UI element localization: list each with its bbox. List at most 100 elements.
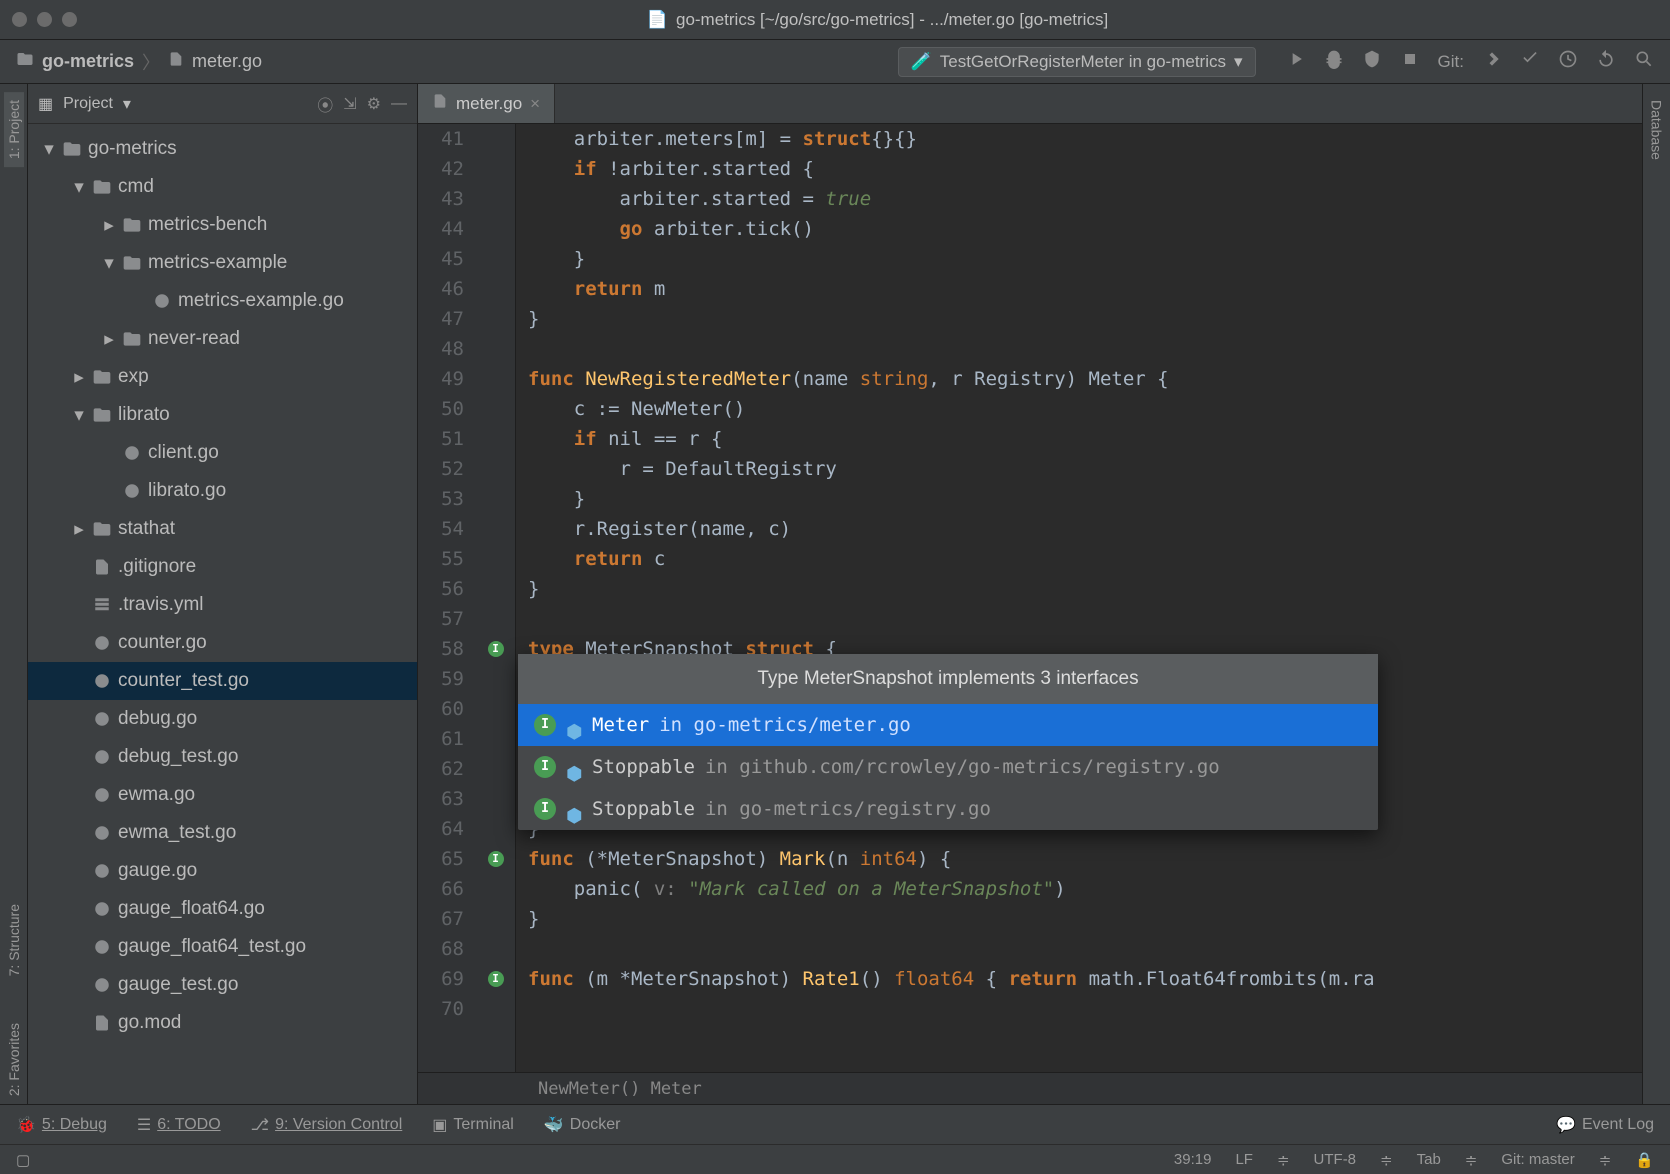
vcs-commit-button[interactable]	[1520, 49, 1540, 74]
tree-item[interactable]: debug_test.go	[28, 738, 417, 776]
close-window-button[interactable]	[12, 12, 27, 27]
tree-item[interactable]: .travis.yml	[28, 586, 417, 624]
tree-item[interactable]: gauge_test.go	[28, 966, 417, 1004]
code-text[interactable]: arbiter.meters[m] = struct{}{} if !arbit…	[516, 124, 1642, 1072]
tree-item[interactable]: ▸metrics-bench	[28, 206, 417, 244]
line-separator[interactable]: LF	[1235, 1151, 1253, 1168]
gutter-marker[interactable]: I	[476, 964, 515, 994]
vcs-history-button[interactable]	[1558, 49, 1578, 74]
code-line[interactable]: arbiter.started = true	[528, 184, 1642, 214]
code-line[interactable]: panic( v: "Mark called on a MeterSnapsho…	[528, 874, 1642, 904]
database-tool-tab[interactable]: Database	[1647, 92, 1667, 168]
tree-caret-icon[interactable]: ▾	[42, 142, 56, 156]
code-content[interactable]: 4142434445464748495051525354555657585960…	[418, 124, 1642, 1072]
minimize-window-button[interactable]	[37, 12, 52, 27]
code-line[interactable]	[528, 934, 1642, 964]
code-line[interactable]: return c	[528, 544, 1642, 574]
favorites-tool-tab[interactable]: 2: Favorites	[4, 1015, 24, 1104]
editor-breadcrumb[interactable]: NewMeter() Meter	[418, 1072, 1642, 1104]
breadcrumb-file[interactable]: meter.go	[192, 51, 262, 72]
caret-position[interactable]: 39:19	[1174, 1151, 1212, 1168]
code-line[interactable]: }	[528, 904, 1642, 934]
tree-item[interactable]: client.go	[28, 434, 417, 472]
tree-item[interactable]: ▸stathat	[28, 510, 417, 548]
tree-caret-icon[interactable]: ▸	[72, 370, 86, 384]
code-line[interactable]	[528, 994, 1642, 1024]
code-line[interactable]: if nil == r {	[528, 424, 1642, 454]
implements-gutter-icon[interactable]: I	[488, 851, 504, 867]
todo-tool-tab[interactable]: ☰ 6: TODO	[137, 1115, 221, 1135]
tree-caret-icon[interactable]: ▾	[102, 256, 116, 270]
tree-item[interactable]: .gitignore	[28, 548, 417, 586]
code-line[interactable]: r = DefaultRegistry	[528, 454, 1642, 484]
code-line[interactable]: }	[528, 574, 1642, 604]
collapse-all-icon[interactable]: ⇲	[343, 94, 356, 114]
project-tool-tab[interactable]: 1: Project	[4, 92, 24, 167]
code-line[interactable]: }	[528, 484, 1642, 514]
project-header-label[interactable]: Project	[63, 95, 113, 113]
tree-item[interactable]: go.mod	[28, 1004, 417, 1042]
code-line[interactable]: func (m *MeterSnapshot) Rate1() float64 …	[528, 964, 1642, 994]
stop-button[interactable]	[1400, 49, 1420, 74]
tree-item[interactable]: metrics-example.go	[28, 282, 417, 320]
code-line[interactable]: }	[528, 244, 1642, 274]
tree-caret-icon[interactable]: ▾	[72, 408, 86, 422]
structure-tool-tab[interactable]: 7: Structure	[4, 896, 24, 984]
tree-item[interactable]: gauge.go	[28, 852, 417, 890]
code-line[interactable]	[528, 604, 1642, 634]
git-branch[interactable]: Git: master	[1501, 1151, 1574, 1168]
settings-gear-icon[interactable]: ⚙	[367, 94, 381, 114]
project-tree[interactable]: ▾go-metrics▾cmd▸metrics-bench ▾ metrics-ex…	[28, 124, 417, 1104]
implements-gutter-icon[interactable]: I	[488, 971, 504, 987]
vcs-revert-button[interactable]	[1596, 49, 1616, 74]
hide-panel-icon[interactable]: —	[391, 95, 407, 113]
tree-item[interactable]: ▾librato	[28, 396, 417, 434]
run-configuration-selector[interactable]: 🧪 TestGetOrRegisterMeter in go-metrics ▾	[898, 47, 1256, 77]
tree-item[interactable]: librato.go	[28, 472, 417, 510]
tree-item[interactable]: gauge_float64_test.go	[28, 928, 417, 966]
tree-item[interactable]: ewma.go	[28, 776, 417, 814]
implements-popup[interactable]: Type MeterSnapshot implements 3 interfac…	[518, 654, 1378, 830]
vcs-update-button[interactable]	[1482, 49, 1502, 74]
tree-item[interactable]: ▾go-metrics	[28, 130, 417, 168]
code-line[interactable]: arbiter.meters[m] = struct{}{}	[528, 124, 1642, 154]
docker-tool-tab[interactable]: 🐳 Docker	[544, 1115, 621, 1135]
chevron-down-icon[interactable]: ▾	[123, 94, 131, 114]
breadcrumb[interactable]: go-metrics 〉 meter.go	[16, 49, 262, 75]
version-control-tool-tab[interactable]: ⎇ 9: Version Control	[251, 1115, 403, 1135]
popup-item[interactable]: I⬢Stoppable in github.com/rcrowley/go-me…	[518, 746, 1378, 788]
file-tab-meter-go[interactable]: meter.go ×	[418, 84, 555, 123]
tree-caret-icon[interactable]: ▸	[102, 218, 116, 232]
tree-item[interactable]: gauge_float64.go	[28, 890, 417, 928]
popup-item[interactable]: I⬢Meter in go-metrics/meter.go	[518, 704, 1378, 746]
gutter-marker[interactable]: I	[476, 844, 515, 874]
tree-item[interactable]: ▸exp	[28, 358, 417, 396]
locate-icon[interactable]: ⦿	[317, 92, 333, 116]
code-line[interactable]: func (*MeterSnapshot) Mark(n int64) {	[528, 844, 1642, 874]
indent-setting[interactable]: Tab	[1417, 1151, 1441, 1168]
code-line[interactable]: return m	[528, 274, 1642, 304]
implements-gutter-icon[interactable]: I	[488, 641, 504, 657]
debug-button[interactable]	[1324, 49, 1344, 74]
close-tab-icon[interactable]: ×	[530, 94, 540, 114]
tree-item[interactable]: ewma_test.go	[28, 814, 417, 852]
run-button[interactable]	[1286, 49, 1306, 74]
lock-icon[interactable]: 🔒	[1635, 1151, 1654, 1169]
event-log-button[interactable]: 💬 Event Log	[1556, 1115, 1654, 1135]
debug-tool-tab[interactable]: 🐞 5: Debug	[16, 1115, 107, 1135]
quick-list-icon[interactable]: ▢	[16, 1151, 30, 1169]
terminal-tool-tab[interactable]: ▣ Terminal	[432, 1115, 514, 1135]
tree-item[interactable]: ▸never-read	[28, 320, 417, 358]
code-line[interactable]: }	[528, 304, 1642, 334]
tree-item[interactable]: ▾cmd	[28, 168, 417, 206]
tree-caret-icon[interactable]: ▸	[102, 332, 116, 346]
code-line[interactable]	[528, 334, 1642, 364]
code-line[interactable]: if !arbiter.started {	[528, 154, 1642, 184]
gutter-marker[interactable]: I	[476, 634, 515, 664]
search-everywhere-button[interactable]	[1634, 49, 1654, 74]
tree-item[interactable]: counter_test.go	[28, 662, 417, 700]
run-coverage-button[interactable]	[1362, 49, 1382, 74]
maximize-window-button[interactable]	[62, 12, 77, 27]
popup-item[interactable]: I⬢Stoppable in go-metrics/registry.go	[518, 788, 1378, 830]
markers-gutter[interactable]: I I I	[476, 124, 516, 1072]
